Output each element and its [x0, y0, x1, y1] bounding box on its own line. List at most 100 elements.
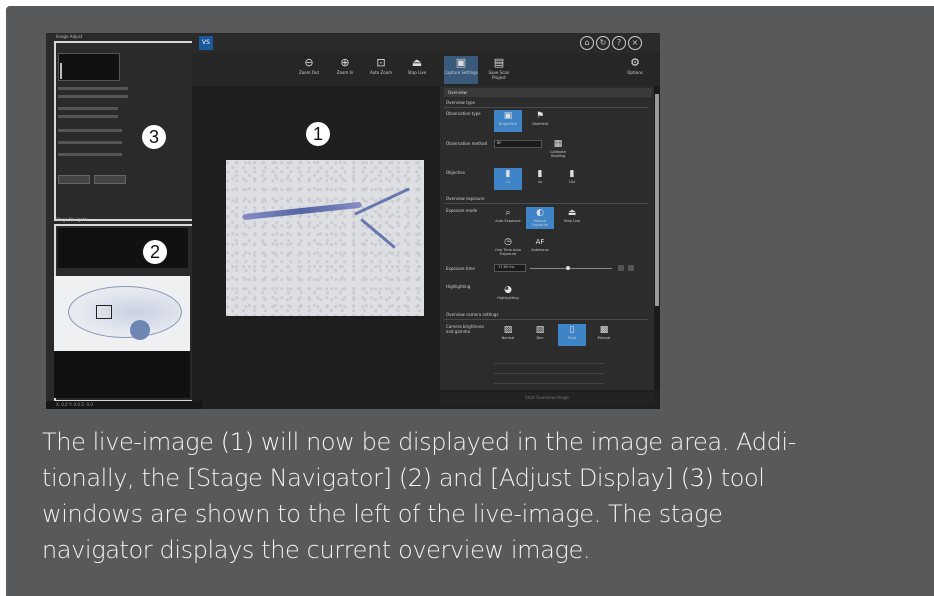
sync-icon[interactable]: ↻	[596, 36, 610, 50]
camera-faint-option[interactable]: ▯ Faint	[558, 324, 586, 346]
start-overview-button[interactable]: Start Overview Image	[440, 392, 654, 404]
marker-2: 2	[143, 240, 167, 264]
slider-row	[58, 141, 122, 144]
exposure-time-slider[interactable]	[530, 268, 612, 269]
caption-line-3: windows are shown to the left of the liv…	[42, 500, 723, 528]
auto-zoom-icon: ⊡	[376, 56, 386, 69]
objective-label: Objective	[446, 170, 465, 175]
stop-live-option[interactable]: ⏏ Stop Live	[558, 207, 586, 229]
slider-row	[58, 129, 122, 132]
stop-live-icon: ⏏	[567, 208, 577, 218]
autofocus-option[interactable]: AF Autofocus	[526, 236, 554, 258]
marker-3: 3	[142, 125, 166, 149]
exposure-mode-label: Exposure mode	[446, 208, 478, 213]
capture-settings-label: Capture Settings	[444, 70, 478, 75]
tool-window-panel: Image Adjust Stage Navigator X: 0.0 Y: 0…	[46, 33, 202, 409]
exposure-time-slider-knob[interactable]	[566, 266, 570, 270]
dim-label: Dim	[536, 336, 544, 340]
auto-exposure-label: Auto Exposure	[495, 219, 521, 223]
save-scan-project-button[interactable]: ▤ Save Scan Project	[482, 56, 516, 84]
home-icon[interactable]: ⌂	[580, 36, 594, 50]
camera-dim-option[interactable]: ▧ Dim	[526, 324, 554, 346]
objective-10x[interactable]: ▮ 10x	[558, 168, 586, 190]
auto-zoom-button[interactable]: ⊡ Auto Zoom	[364, 56, 398, 84]
capture-settings-icon: ▣	[455, 56, 467, 69]
autofocus-label: Autofocus	[531, 248, 549, 252]
save-scan-project-icon: ▤	[493, 56, 505, 69]
caption-part: tionally, the [Stage Navigator]	[42, 464, 399, 492]
camera-normal-option[interactable]: ▨ Normal	[494, 324, 522, 346]
slider-row	[58, 115, 118, 118]
standard-button[interactable]	[94, 175, 126, 184]
highlighting-toggle[interactable]: ◕ Highlighting	[494, 284, 522, 306]
manual-exposure-icon: ◐	[536, 208, 544, 218]
highlighting-label: Highlighting	[497, 296, 519, 300]
calibrate-shading-button[interactable]: ▦ Calibrate Shading	[544, 138, 572, 160]
zoom-in-label: Zoom In	[336, 70, 354, 75]
help-icon[interactable]: ?	[612, 36, 626, 50]
observation-method-select[interactable]: BF	[494, 140, 542, 148]
stage-navigator-title: Stage Navigator	[56, 217, 89, 222]
auto-zoom-label: Auto Zoom	[369, 70, 393, 75]
reset-button[interactable]	[58, 175, 90, 184]
navigator-empty-area	[54, 351, 190, 398]
manual-icon: ▩	[599, 325, 609, 335]
observation-method-value: BF	[497, 141, 502, 145]
one-time-auto-exposure-option[interactable]: ◷ One Time Auto Exposure	[494, 236, 522, 258]
objective-4x-label: 4x	[537, 180, 543, 184]
autofocus-icon: AF	[535, 238, 545, 246]
objective-1x[interactable]: ▮ 1x	[494, 168, 522, 190]
manual-exposure-option[interactable]: ◐ Manual Exposure	[526, 207, 554, 229]
capture-settings-button[interactable]: ▣ Capture Settings	[444, 56, 478, 84]
gear-icon: ⚙	[630, 56, 640, 69]
scrollbar[interactable]	[654, 86, 660, 390]
disabled-slider	[494, 383, 604, 384]
zoom-in-icon: ⊕	[340, 56, 350, 69]
caption-part: and [Adjust Display]	[431, 464, 681, 492]
objective-4x[interactable]: ▮ 4x	[526, 168, 554, 190]
caption-line-4: navigator displays the current overview …	[42, 536, 591, 564]
current-position-frame[interactable]	[96, 305, 112, 319]
scrollbar-thumb[interactable]	[655, 94, 659, 306]
auto-exposure-option[interactable]: ⌕ Auto Exposure	[494, 207, 522, 229]
title-bar: VS ⌂ ↻ ? ×	[192, 33, 660, 53]
stop-live-icon: ⏏	[411, 56, 423, 69]
caption-ref-1: (1)	[220, 428, 254, 456]
live-image[interactable]	[226, 160, 424, 316]
slider-row	[58, 87, 128, 90]
camera-manual-option[interactable]: ▩ Manual	[590, 324, 618, 346]
tissue-fiber	[242, 201, 362, 221]
stop-live-button[interactable]: ⏏ Stop Live	[400, 56, 434, 84]
options-label: Options	[627, 70, 643, 75]
exposure-time-field[interactable]: 17.65 ms	[494, 264, 526, 272]
objective-10x-label: 10x	[568, 180, 576, 184]
overview-section-header[interactable]: Overview	[444, 88, 652, 97]
dim-icon: ▧	[535, 325, 545, 335]
slider-row	[58, 95, 128, 98]
caption-line-1: The live-image (1) will now be displayed…	[42, 424, 922, 460]
faint-label: Faint	[567, 336, 577, 340]
normal-icon: ▨	[503, 325, 513, 335]
stop-live-label: Stop Live	[407, 70, 427, 75]
divider	[444, 319, 648, 320]
caption-part: will now be displayed in the image area.…	[253, 428, 797, 456]
zoom-out-button[interactable]: ⊖ Zoom Out	[292, 56, 326, 84]
caption-ref-3: (3)	[680, 464, 714, 492]
zoom-out-label: Zoom Out	[298, 70, 320, 75]
options-button[interactable]: ⚙ Options	[618, 56, 652, 84]
caption-part: tool	[713, 464, 765, 492]
observation-type-label: Observation type	[446, 111, 481, 116]
manual-exposure-label: Manual Exposure	[531, 219, 549, 227]
zoom-in-button[interactable]: ⊕ Zoom In	[328, 56, 362, 84]
caption-text: The live-image (1) will now be displayed…	[42, 424, 922, 568]
stop-live-label: Stop Live	[563, 219, 581, 223]
increment-button[interactable]	[628, 265, 634, 271]
faint-icon: ▯	[569, 325, 575, 335]
close-icon[interactable]: ×	[628, 36, 642, 50]
divider	[444, 107, 648, 108]
darkfield-option[interactable]: ⚑ Darkfield	[526, 110, 554, 132]
observation-method-label: Observation method	[446, 141, 488, 146]
brightfield-option[interactable]: ▣ Brightfield	[494, 110, 522, 132]
overview-image[interactable]	[54, 276, 190, 351]
decrement-button[interactable]	[618, 265, 624, 271]
